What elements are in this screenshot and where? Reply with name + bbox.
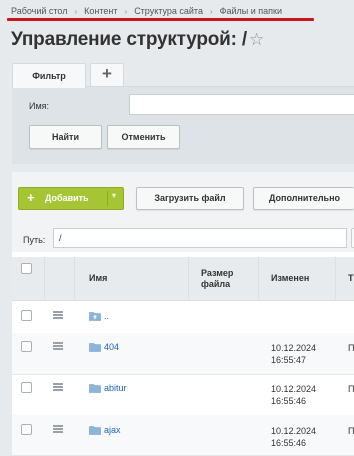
table-row[interactable] [12, 300, 354, 334]
modified-time-value: 16:55:46 [271, 438, 307, 448]
path-input[interactable]: / [53, 228, 347, 248]
breadcrumb-separator: › [209, 7, 213, 16]
modified-date: 10.12.2024 16:55:46 [271, 425, 316, 449]
page-title: Управление структурой: / [11, 29, 247, 50]
breadcrumb-item-site-structure[interactable]: Структура сайта [134, 6, 203, 16]
filter-name-input[interactable] [129, 94, 354, 115]
file-name-link[interactable]: .. [104, 311, 109, 321]
upload-file-button[interactable]: Загрузить файл [136, 187, 244, 210]
modified-date-value: 10.12.2024 [271, 384, 317, 394]
column-header-size-line2: файла [201, 279, 231, 289]
breadcrumb: Рабочий стол › Контент › Структура сайта › Фай… [11, 6, 282, 16]
row-checkbox[interactable] [21, 310, 32, 321]
row-checkbox[interactable] [21, 424, 32, 435]
file-name-link[interactable]: 404 [104, 342, 119, 352]
add-button-label: Добавить [45, 193, 89, 203]
folder-icon [89, 343, 101, 352]
breadcrumb-item-content[interactable]: Контент [84, 6, 117, 16]
favorite-star-icon[interactable]: ☆ [249, 30, 264, 50]
more-actions-button[interactable]: Дополнительно [253, 187, 354, 210]
add-button-divider [107, 191, 108, 206]
modified-date-value: 10.12.2024 [271, 426, 317, 436]
file-name-link[interactable]: abitur [104, 383, 127, 393]
breadcrumb-item-files-folders[interactable]: Файлы и папки [220, 6, 282, 16]
breadcrumb-separator: › [124, 7, 128, 16]
type-cell: П [348, 343, 354, 353]
folder-up-icon [89, 312, 101, 321]
cancel-button[interactable]: Отменить [107, 125, 180, 149]
column-divider [335, 257, 336, 300]
select-all-checkbox[interactable] [21, 263, 32, 274]
column-divider [258, 257, 259, 300]
add-filter-tab-button[interactable]: + [90, 63, 124, 87]
breadcrumb-underline [7, 18, 314, 21]
column-header-name[interactable]: Имя [89, 257, 107, 300]
column-header-modified[interactable]: Изменен [271, 257, 309, 300]
modified-date-value: 10.12.2024 [271, 343, 317, 353]
plus-icon: + [27, 190, 35, 205]
chevron-down-icon[interactable]: ▾ [112, 191, 116, 200]
tab-filter[interactable]: Фильтр [12, 63, 86, 88]
column-header-type[interactable]: Т [348, 257, 354, 300]
row-checkbox[interactable] [21, 382, 32, 393]
column-divider [74, 257, 75, 300]
path-label: Путь: [23, 235, 46, 245]
row-menu-icon[interactable] [53, 425, 63, 433]
folder-icon [89, 426, 101, 435]
filter-name-label: Имя: [29, 101, 50, 111]
row-checkbox[interactable] [21, 341, 32, 352]
modified-time-value: 16:55:47 [271, 355, 307, 365]
modified-time-value: 16:55:46 [271, 396, 307, 406]
column-header-size-line1: Размер [201, 268, 234, 278]
row-menu-icon[interactable] [53, 342, 63, 350]
breadcrumb-item-desktop[interactable]: Рабочий стол [11, 6, 68, 16]
file-name-link[interactable]: ajax [104, 425, 121, 435]
modified-date: 10.12.2024 16:55:46 [271, 383, 316, 407]
modified-date: 10.12.2024 16:55:47 [271, 342, 316, 366]
row-menu-icon[interactable] [53, 383, 63, 391]
type-cell: П [348, 384, 354, 394]
breadcrumb-separator: › [74, 7, 78, 16]
folder-icon [89, 384, 101, 393]
row-menu-icon[interactable] [53, 311, 63, 319]
column-header-size[interactable]: Размер файла [201, 257, 233, 300]
column-divider [44, 257, 45, 300]
column-divider [188, 257, 189, 300]
add-button[interactable]: + Добавить ▾ [18, 187, 124, 210]
find-button[interactable]: Найти [29, 125, 102, 149]
type-cell: П [348, 426, 354, 436]
